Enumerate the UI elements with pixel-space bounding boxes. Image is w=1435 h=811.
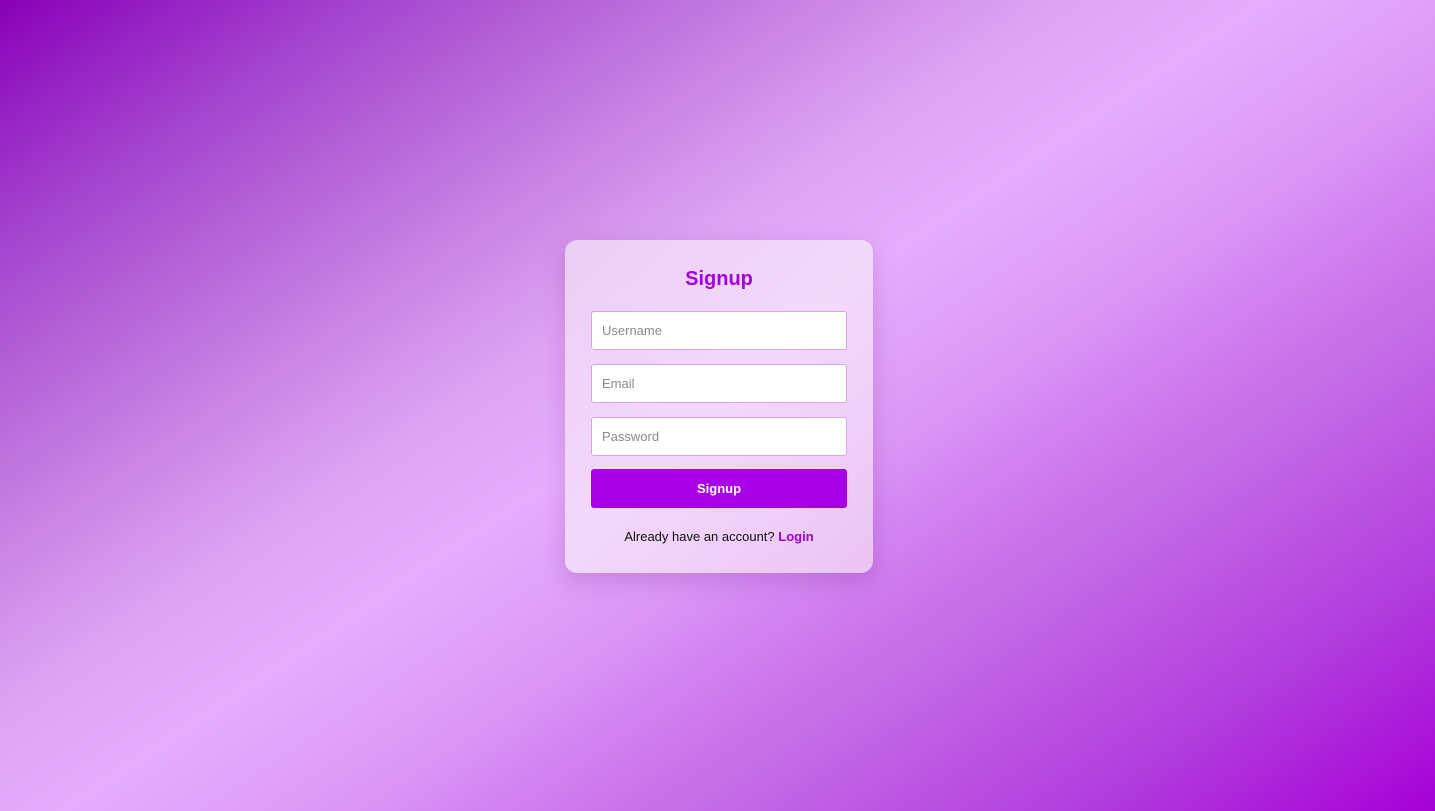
email-input[interactable] xyxy=(591,364,847,403)
login-link[interactable]: Login xyxy=(778,529,813,544)
login-prompt: Already have an account? Login xyxy=(591,528,847,546)
password-input[interactable] xyxy=(591,417,847,456)
signup-card: Signup Signup Already have an account? L… xyxy=(565,240,873,573)
login-prompt-text: Already have an account? xyxy=(624,529,775,544)
username-input[interactable] xyxy=(591,311,847,350)
page-background: { "signup_form": { "title": "Signup", "u… xyxy=(0,0,1435,811)
signup-button[interactable]: Signup xyxy=(591,469,847,508)
signup-title: Signup xyxy=(685,268,753,290)
